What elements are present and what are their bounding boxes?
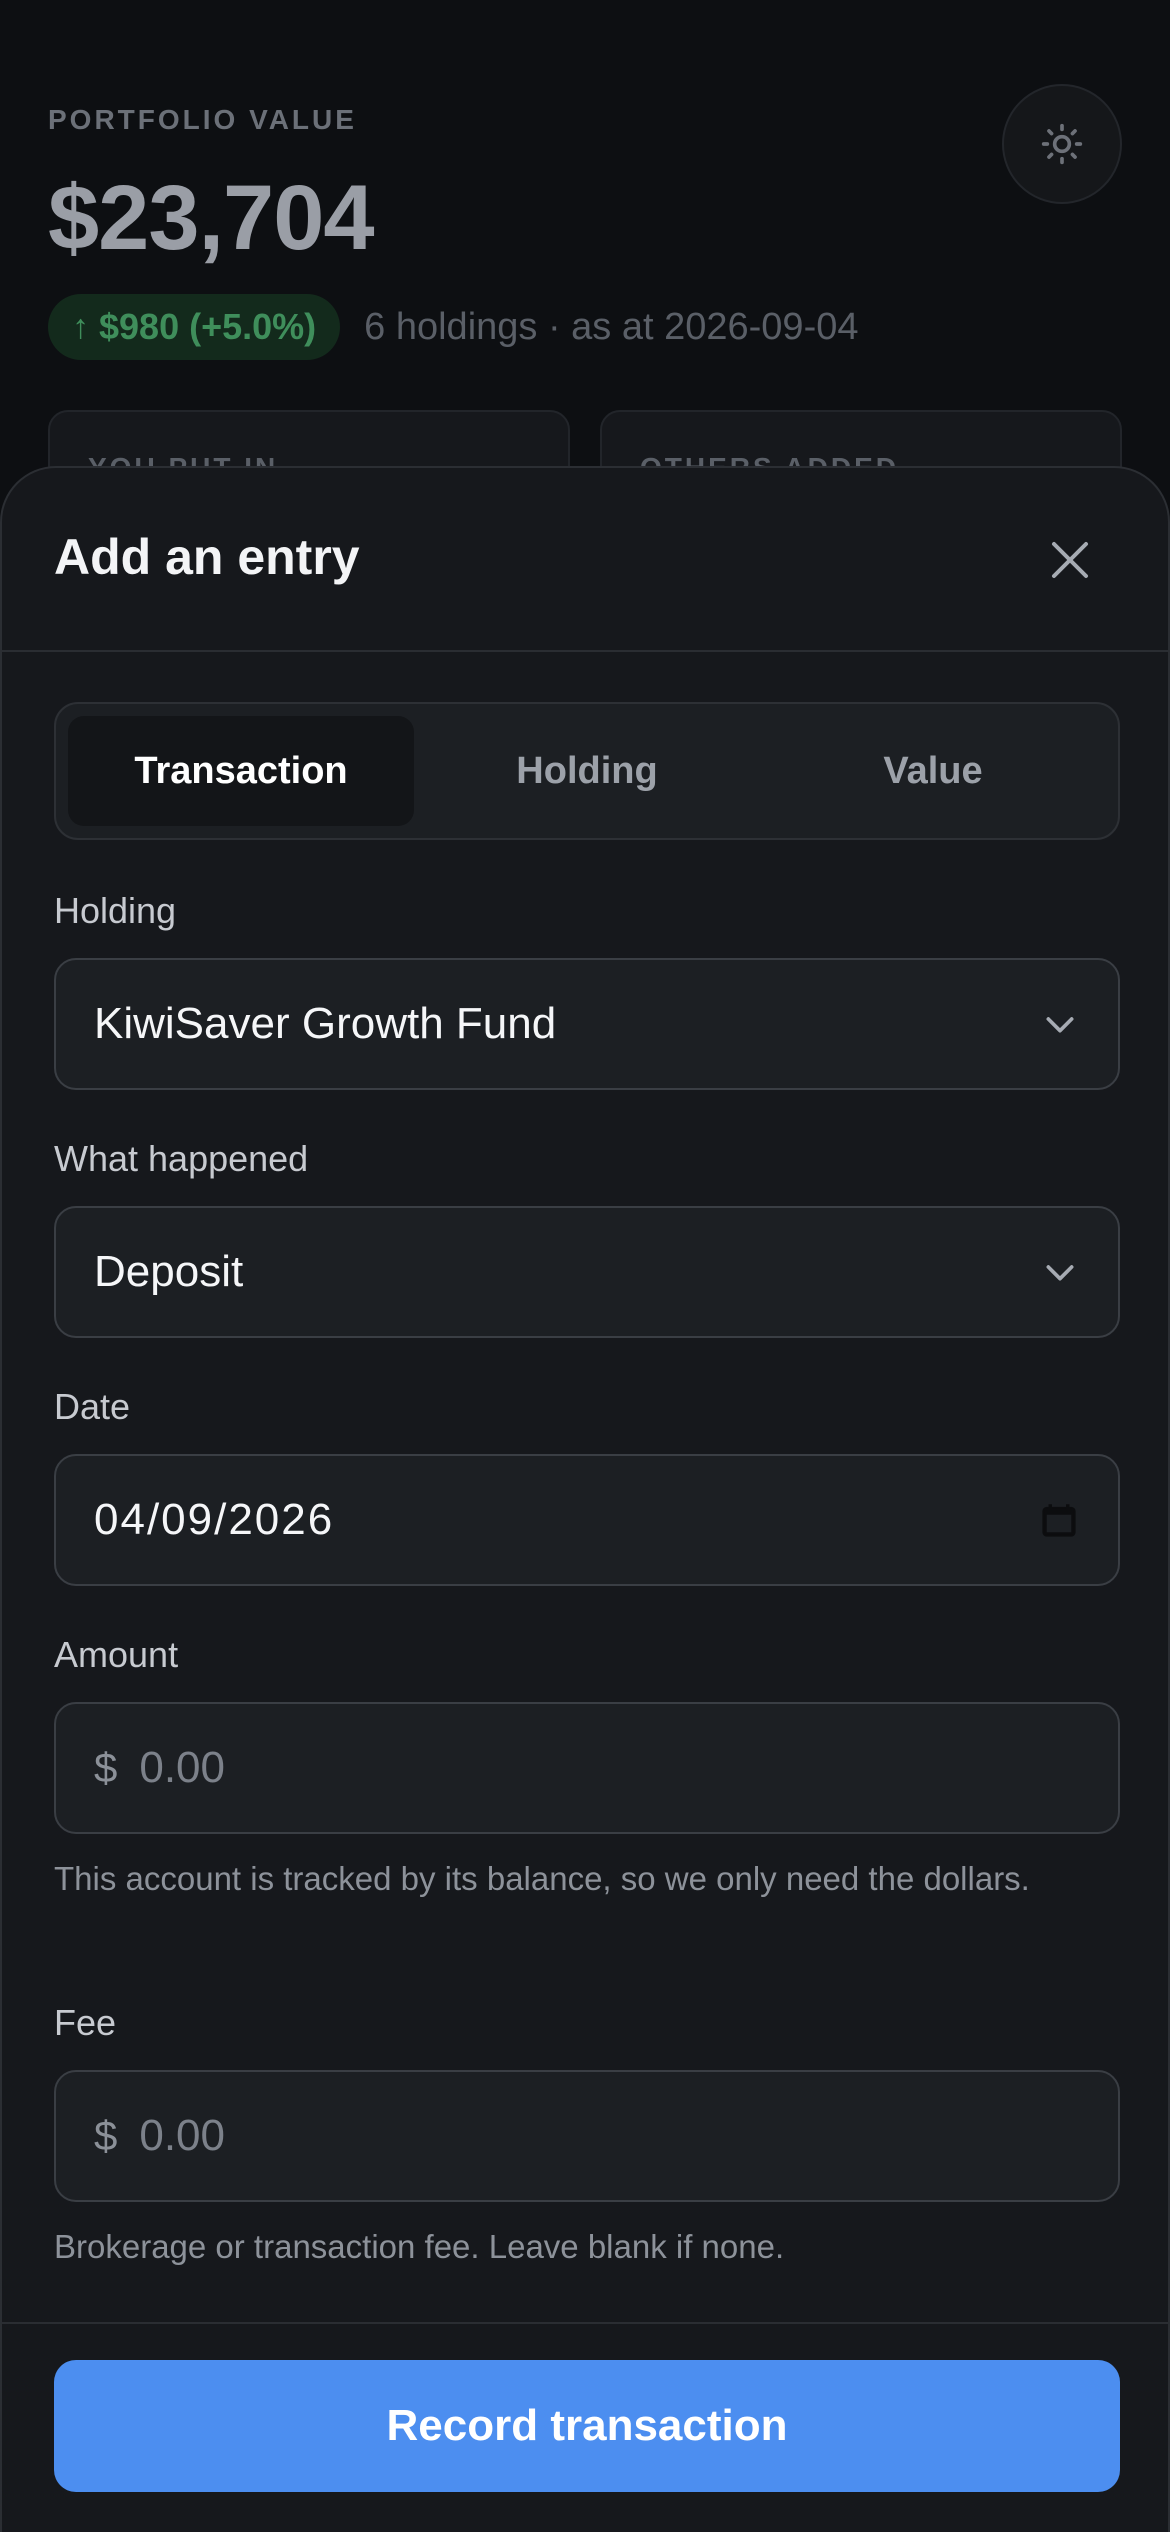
sheet-title: Add an entry	[54, 529, 360, 585]
sheet-footer: Record transaction	[2, 2322, 1168, 2532]
fee-placeholder: 0.00	[139, 2111, 225, 2160]
change-badge-text: $980 (+5.0%)	[99, 306, 317, 347]
close-icon	[1052, 542, 1088, 578]
fee-help-text: Brokerage or transaction fee. Leave blan…	[54, 2228, 785, 2265]
calendar-icon[interactable]	[1038, 1499, 1080, 1541]
fee-label: Fee	[54, 2002, 117, 2043]
sun-icon	[1041, 123, 1083, 165]
tab-value[interactable]: Value	[760, 716, 1106, 826]
entry-type-tabs: Transaction Holding Value	[54, 702, 1120, 840]
holding-select[interactable]: KiwiSaver Growth Fund	[54, 958, 1120, 1090]
portfolio-value-amount: $23,704	[48, 167, 375, 269]
chevron-down-icon	[1046, 1017, 1074, 1033]
what-happened-select[interactable]: Deposit	[54, 1206, 1120, 1338]
portfolio-value-label: PORTFOLIO VALUE	[48, 104, 357, 135]
date-input[interactable]: 04/09/2026	[54, 1454, 1120, 1586]
arrow-up-icon: ↑	[72, 307, 89, 346]
amount-input[interactable]: $ 0.00	[54, 1702, 1120, 1834]
amount-help-text: This account is tracked by its balance, …	[54, 1860, 1030, 1897]
amount-currency-prefix: $	[94, 1744, 118, 1791]
fee-currency-prefix: $	[94, 2112, 118, 2159]
amount-label: Amount	[54, 1634, 179, 1675]
add-entry-sheet: Add an entry Transaction Holding Value H…	[0, 466, 1170, 2532]
holding-select-value: KiwiSaver Growth Fund	[94, 999, 557, 1048]
holdings-meta: 6 holdings · as at 2026-09-04	[364, 305, 859, 348]
holding-label: Holding	[54, 890, 177, 931]
chevron-down-icon	[1046, 1265, 1074, 1281]
close-button[interactable]	[1038, 528, 1102, 592]
what-happened-select-value: Deposit	[94, 1247, 244, 1296]
what-happened-label: What happened	[54, 1138, 309, 1179]
record-transaction-button[interactable]: Record transaction	[54, 2360, 1120, 2492]
sheet-header: Add an entry	[2, 468, 1168, 652]
portfolio-summary-row: ↑ $980 (+5.0%) 6 holdings · as at 2026-0…	[48, 294, 859, 360]
amount-placeholder: 0.00	[139, 1743, 225, 1792]
date-input-value: 04/09/2026	[94, 1495, 335, 1544]
change-badge: ↑ $980 (+5.0%)	[48, 294, 341, 360]
theme-toggle-button[interactable]	[1002, 84, 1122, 204]
tab-transaction[interactable]: Transaction	[68, 716, 414, 826]
tab-holding[interactable]: Holding	[414, 716, 760, 826]
date-label: Date	[54, 1386, 131, 1427]
fee-input[interactable]: $ 0.00	[54, 2070, 1120, 2202]
